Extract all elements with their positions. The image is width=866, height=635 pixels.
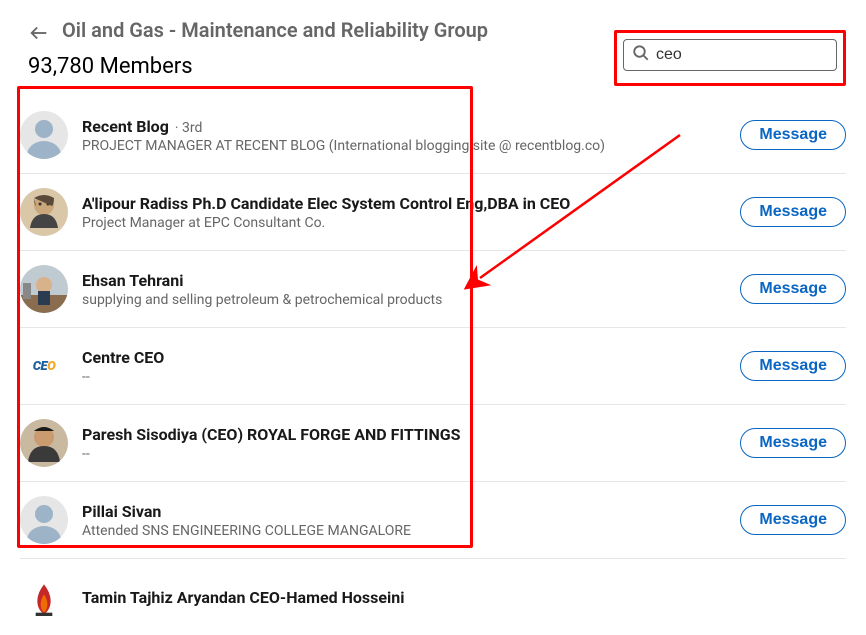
list-item[interactable]: Recent Blog · 3rd PROJECT MANAGER AT REC… [20, 91, 846, 174]
message-button[interactable]: Message [740, 505, 846, 535]
avatar [20, 188, 68, 236]
list-item[interactable]: A'lipour Radiss Ph.D Candidate Elec Syst… [20, 174, 846, 251]
member-list: Recent Blog · 3rd PROJECT MANAGER AT REC… [0, 91, 866, 635]
search-box[interactable] [623, 39, 837, 71]
member-subtitle: PROJECT MANAGER AT RECENT BLOG (Internat… [82, 138, 740, 154]
message-button[interactable]: Message [740, 274, 846, 304]
list-item[interactable]: Ehsan Tehrani supplying and selling petr… [20, 251, 846, 328]
avatar [20, 573, 68, 621]
avatar [20, 265, 68, 313]
member-name: Paresh Sisodiya (CEO) ROYAL FORGE AND FI… [82, 425, 461, 444]
member-name: Centre CEO [82, 348, 164, 367]
member-name: A'lipour Radiss Ph.D Candidate Elec Syst… [82, 194, 570, 213]
message-button[interactable]: Message [740, 351, 846, 381]
member-name: Tamin Tajhiz Aryandan CEO-Hamed Hosseini [82, 588, 404, 607]
member-name: Ehsan Tehrani [82, 271, 183, 290]
avatar [20, 496, 68, 544]
list-item[interactable]: Paresh Sisodiya (CEO) ROYAL FORGE AND FI… [20, 405, 846, 482]
avatar [20, 419, 68, 467]
member-name: Pillai Sivan [82, 502, 161, 521]
member-name: Recent Blog [82, 117, 169, 136]
message-button[interactable]: Message [740, 428, 846, 458]
back-arrow-icon[interactable] [28, 22, 50, 48]
annotation-search-highlight [614, 30, 846, 86]
member-subtitle: -- [82, 446, 740, 462]
list-item[interactable]: Tamin Tajhiz Aryandan CEO-Hamed Hosseini [20, 559, 846, 635]
avatar: CEO [20, 342, 68, 390]
list-item[interactable]: CEO Centre CEO -- Message [20, 328, 846, 405]
member-subtitle: Attended SNS ENGINEERING COLLEGE MANGALO… [82, 523, 740, 539]
avatar [20, 111, 68, 159]
connection-degree: · 3rd [175, 120, 203, 136]
search-input[interactable] [656, 46, 828, 64]
search-icon [632, 44, 650, 66]
logo-icon: CEO [20, 342, 68, 390]
member-subtitle: Project Manager at EPC Consultant Co. [82, 215, 740, 231]
message-button[interactable]: Message [740, 197, 846, 227]
list-item[interactable]: Pillai Sivan Attended SNS ENGINEERING CO… [20, 482, 846, 559]
member-subtitle: supplying and selling petroleum & petroc… [82, 292, 740, 308]
member-subtitle: -- [82, 369, 740, 385]
message-button[interactable]: Message [740, 120, 846, 150]
